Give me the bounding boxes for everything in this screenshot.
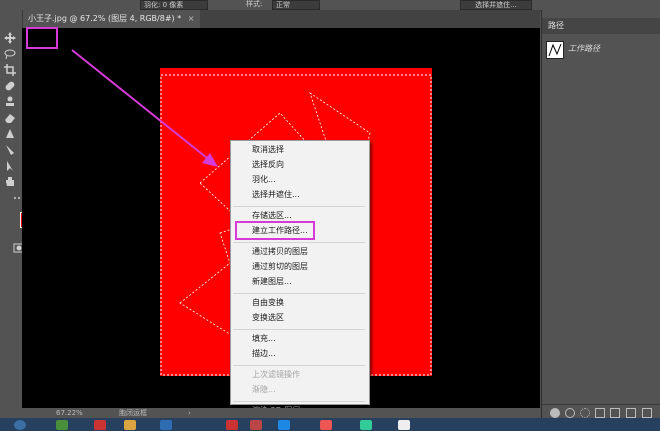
app-icon[interactable] (360, 420, 372, 430)
load-selection-icon[interactable] (580, 408, 590, 418)
menu-separator (233, 293, 365, 294)
menu-item[interactable]: 通过拷贝的图层 (252, 246, 308, 257)
app-icon[interactable] (250, 420, 262, 430)
fill-path-icon[interactable] (550, 408, 560, 418)
status-arrow-icon[interactable]: › (188, 408, 191, 418)
stroke-path-icon[interactable] (565, 408, 575, 418)
menu-separator (233, 329, 365, 330)
menu-item[interactable]: 自由变换 (252, 297, 284, 308)
menu-item-highlight-box (235, 221, 315, 240)
path-thumbnail (546, 41, 564, 59)
menu-separator (233, 401, 365, 402)
app-icon[interactable] (94, 420, 106, 430)
app-icon[interactable] (398, 420, 410, 430)
menu-separator (233, 206, 365, 207)
panel-header: 路径 (542, 18, 660, 34)
windows-taskbar (0, 418, 660, 431)
menu-item[interactable]: 选择反向 (252, 159, 284, 170)
zoom-level[interactable]: 67.22% (56, 408, 83, 418)
menu-item[interactable]: 新建图层... (252, 276, 292, 287)
menu-item[interactable]: 选择并遮住... (252, 189, 300, 200)
menu-item[interactable]: 通过剪切的图层 (252, 261, 308, 272)
menu-item[interactable]: 变换选区 (252, 312, 284, 323)
status-mode: 胞闭运框 (119, 409, 147, 417)
menu-item[interactable]: 填充... (252, 333, 276, 344)
delete-path-icon[interactable] (642, 408, 652, 418)
app-icon[interactable] (320, 420, 332, 430)
app-icon[interactable] (124, 420, 136, 430)
menu-item: 渐隐... (252, 385, 276, 394)
panel-footer (542, 404, 660, 419)
start-icon[interactable] (14, 420, 26, 430)
add-mask-icon[interactable] (610, 408, 620, 418)
menu-separator (233, 365, 365, 366)
paths-panel: 路径 工作路径 (541, 10, 660, 418)
path-name: 工作路径 (568, 44, 600, 53)
new-path-icon[interactable] (626, 408, 636, 418)
menu-item[interactable]: 取消选择 (252, 144, 284, 155)
menu-item[interactable]: 存储选区... (252, 210, 292, 221)
menu-item[interactable]: 羽化... (252, 174, 276, 185)
menu-item[interactable]: 描边... (252, 348, 276, 359)
status-bar: 67.22% 胞闭运框 › (22, 408, 540, 418)
app-icon[interactable] (160, 420, 172, 430)
tab-paths[interactable]: 路径 (548, 18, 564, 34)
photoshop-icon[interactable] (278, 420, 290, 430)
app-icon[interactable] (226, 420, 238, 430)
path-list-item[interactable]: 工作路径 (542, 38, 660, 60)
menu-separator (233, 242, 365, 243)
menu-item: 上次滤镜操作 (252, 370, 300, 379)
app-icon[interactable] (56, 420, 68, 430)
make-work-path-icon[interactable] (595, 408, 605, 418)
context-menu: 取消选择 选择反向 羽化... 选择并遮住... 存储选区... 建立工作路径... 通过拷… (230, 140, 370, 430)
